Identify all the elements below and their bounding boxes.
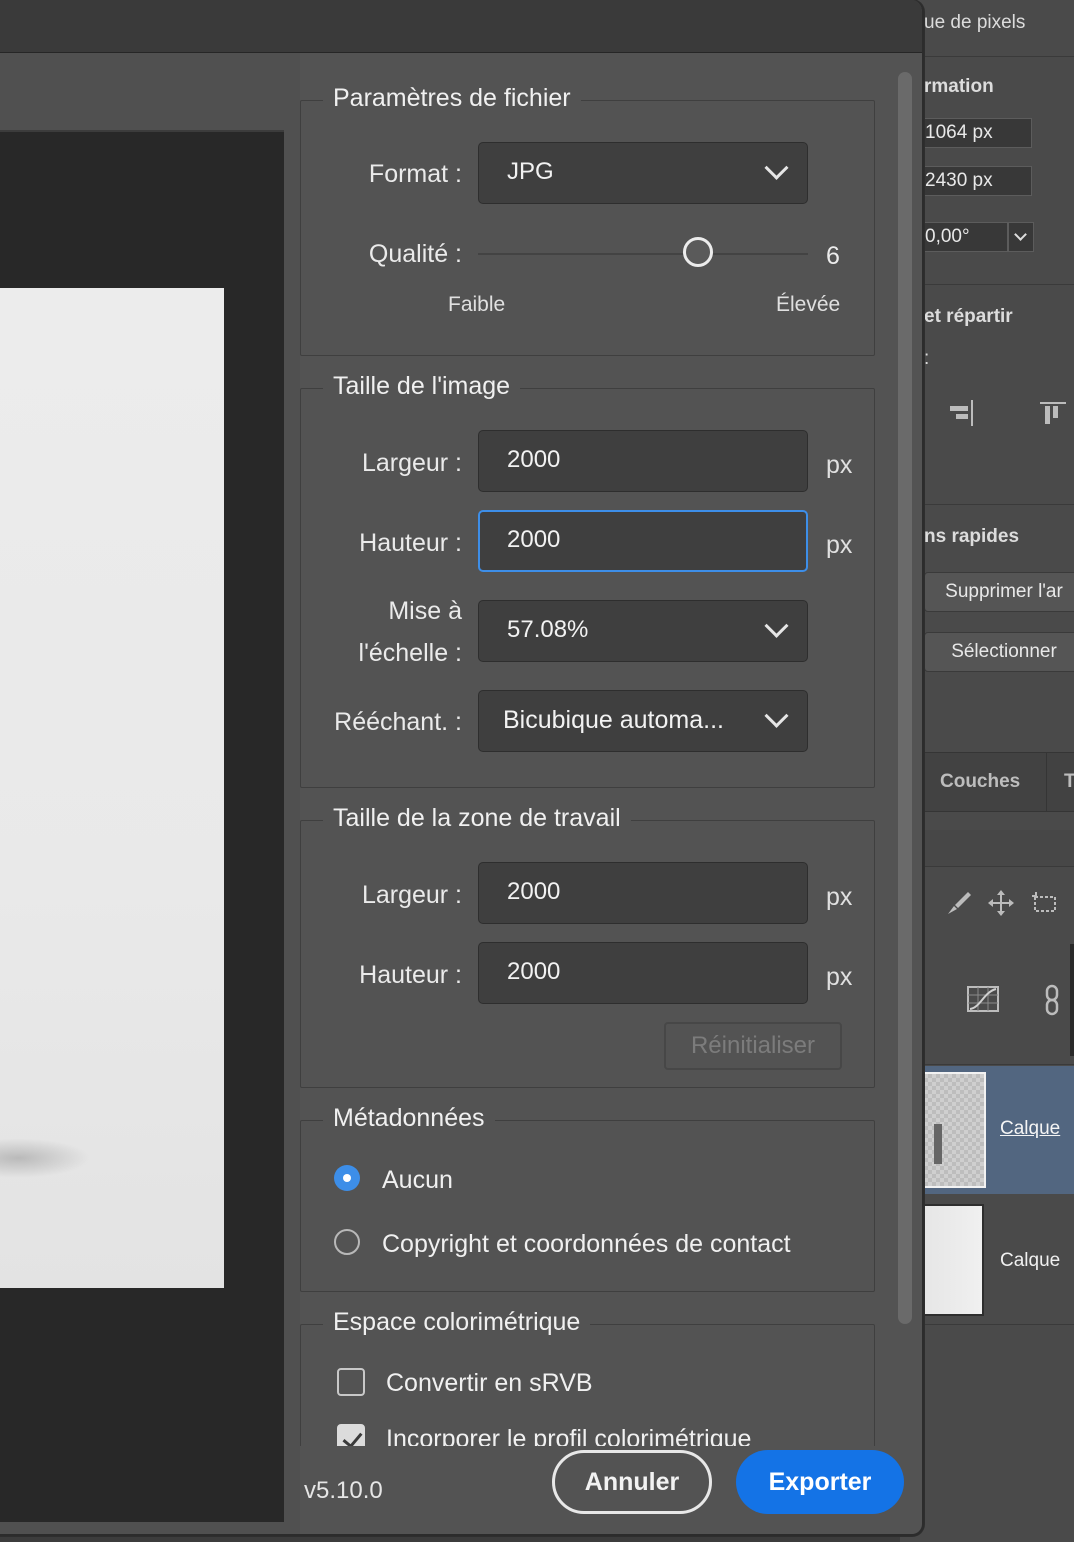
color-space-legend: Espace colorimétrique	[323, 1308, 591, 1337]
chevron-down-icon	[764, 703, 789, 728]
image-height-unit: px	[826, 531, 853, 559]
convert-srgb-label[interactable]: Convertir en sRVB	[386, 1369, 593, 1398]
tab-t[interactable]: T	[1064, 771, 1074, 793]
chevron-down-icon	[764, 613, 789, 638]
quality-low-label: Faible	[448, 293, 506, 316]
radio-none[interactable]	[334, 1165, 360, 1191]
height-field[interactable]: 2430 px	[924, 166, 1032, 196]
reset-button[interactable]: Réinitialiser	[664, 1022, 842, 1070]
chevron-down-icon	[764, 155, 789, 180]
chevron-down-icon	[1014, 228, 1027, 241]
format-select[interactable]: JPG	[478, 142, 808, 204]
section-align-title: et répartir	[924, 306, 1013, 327]
panel-edge	[1070, 944, 1074, 1056]
format-value: JPG	[507, 158, 554, 185]
radio-copyright[interactable]	[334, 1229, 360, 1255]
artboard-icon[interactable]	[1030, 888, 1060, 925]
dialog-titlebar	[0, 0, 922, 53]
scale-select[interactable]: 57.08%	[478, 600, 808, 662]
radio-none-label[interactable]: Aucun	[382, 1166, 453, 1195]
canvas-height-input[interactable]: 2000	[478, 942, 808, 1004]
thumbnail-figure	[934, 1124, 942, 1164]
radio-dot	[343, 1174, 351, 1182]
preview-shadow	[0, 1138, 90, 1178]
resample-value: Bicubique automa...	[503, 706, 724, 734]
align-right-icon[interactable]	[946, 398, 976, 435]
export-button[interactable]: Exporter	[736, 1450, 904, 1514]
canvas-width-input[interactable]: 2000	[478, 862, 808, 924]
quality-high-label: Élevée	[776, 293, 841, 316]
tab-couches[interactable]: Couches	[940, 771, 1020, 793]
angle-dropdown-button[interactable]	[1008, 222, 1034, 252]
resample-select[interactable]: Bicubique automa...	[478, 690, 808, 752]
layers-filter-bar	[924, 830, 1074, 867]
divider	[924, 56, 1074, 57]
export-as-dialog: Paramètres de fichier Format : JPG Quali…	[0, 0, 924, 1536]
file-settings-legend: Paramètres de fichier	[323, 84, 581, 113]
preview-image	[0, 288, 224, 1288]
quality-label: Qualité :	[368, 240, 462, 268]
cancel-button[interactable]: Annuler	[552, 1450, 712, 1514]
tab-divider	[1046, 753, 1047, 811]
image-width-input[interactable]: 2000	[478, 430, 808, 492]
image-width-label: Largeur :	[361, 449, 462, 477]
angle-field[interactable]: 0,00°	[924, 222, 1008, 252]
convert-srgb-checkbox[interactable]	[337, 1368, 365, 1396]
canvas-width-unit: px	[826, 883, 853, 911]
image-height-label: Hauteur :	[359, 529, 462, 557]
panel-header: ue de pixels	[924, 12, 1026, 33]
link-icon[interactable]	[1042, 984, 1062, 1023]
radio-copyright-label[interactable]: Copyright et coordonnées de contact	[382, 1230, 791, 1259]
align-top-icon[interactable]	[1038, 398, 1068, 435]
image-size-legend: Taille de l'image	[323, 372, 521, 401]
adjustment-layer-icon[interactable]	[966, 984, 1000, 1021]
quality-slider-handle[interactable]	[683, 237, 714, 267]
divider	[924, 1064, 1074, 1065]
divider	[924, 1324, 1074, 1325]
canvas-width-label: Largeur :	[361, 881, 462, 909]
canvas-height-label: Hauteur :	[359, 961, 462, 989]
select-subject-button[interactable]: Sélectionner	[924, 632, 1074, 672]
layer-thumbnail	[922, 1072, 986, 1188]
canvas-height-unit: px	[826, 963, 853, 991]
layer-row[interactable]: Calque	[922, 1066, 1074, 1194]
version-label: v5.10.0	[304, 1477, 383, 1504]
canvas-size-legend: Taille de la zone de travail	[323, 804, 631, 833]
layer-thumbnail	[922, 1204, 984, 1316]
align-sublabel: :	[924, 348, 930, 369]
settings-scrollbar[interactable]	[898, 72, 912, 1324]
divider	[924, 284, 1074, 285]
image-width-unit: px	[826, 451, 853, 479]
quality-slider[interactable]	[478, 237, 808, 267]
scale-label-line1: Mise à	[388, 597, 462, 625]
section-quick-actions-title: ns rapides	[924, 526, 1020, 547]
layer-row[interactable]: Calque	[922, 1196, 1074, 1324]
image-height-input[interactable]: 2000	[478, 510, 808, 572]
format-label: Format :	[368, 160, 462, 188]
properties-panel: ue de pixels rmation 1064 px 2430 px 0,0…	[900, 0, 1074, 1542]
layer-name[interactable]: Calque	[1000, 1250, 1060, 1272]
remove-background-button[interactable]: Supprimer l'ar	[924, 572, 1074, 612]
divider	[924, 504, 1074, 505]
scale-value: 57.08%	[507, 616, 589, 643]
metadata-legend: Métadonnées	[323, 1104, 495, 1133]
resample-label: Rééchant. :	[334, 708, 462, 736]
metadata-group: Métadonnées	[300, 1104, 875, 1292]
move-icon[interactable]	[986, 888, 1016, 925]
section-transform-title: rmation	[924, 76, 994, 97]
panel-tabs: Couches T	[924, 752, 1074, 812]
file-settings-group: Paramètres de fichier	[300, 84, 875, 356]
layer-name[interactable]: Calque	[1000, 1118, 1060, 1140]
brush-icon[interactable]	[944, 888, 974, 925]
quality-value: 6	[826, 242, 840, 270]
width-field[interactable]: 1064 px	[924, 118, 1032, 148]
scale-label-line2: l'échelle :	[358, 639, 462, 667]
